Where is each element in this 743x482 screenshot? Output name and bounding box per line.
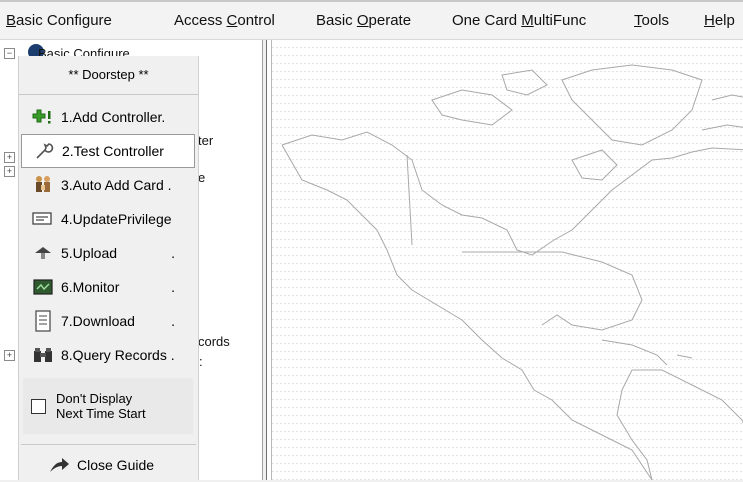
query-records-button[interactable]: 8.Query Records . <box>21 338 195 372</box>
map-panel <box>266 40 743 480</box>
dont-display-line-1: Don't Display <box>56 391 133 406</box>
tree-expander-2[interactable]: + <box>4 152 15 163</box>
tree-partial-text-4: : <box>199 354 203 369</box>
menu-access-control[interactable]: Access Control <box>174 10 275 32</box>
download-suffix: . <box>171 313 175 329</box>
download-icon <box>31 309 55 333</box>
wrench-icon <box>32 139 56 163</box>
dont-display-line-2: Next Time Start <box>56 406 146 421</box>
menu-bar: Basic Configure Access Control Basic Ope… <box>0 0 743 40</box>
update-privilege-button[interactable]: 4.UpdatePrivilege <box>21 202 195 236</box>
tree-expander-4[interactable]: + <box>4 350 15 361</box>
guide-title: ** Doorstep ** <box>19 56 198 95</box>
monitor-icon <box>31 275 55 299</box>
add-controller-button[interactable]: 1.Add Controller. <box>21 100 195 134</box>
monitor-label: 6.Monitor <box>61 279 120 295</box>
tree-partial-text-1: ter <box>198 133 214 148</box>
test-controller-label: 2.Test Controller <box>62 143 164 159</box>
tree-partial-text-3: cords <box>198 334 230 349</box>
query-records-label: 8.Query Records . <box>61 347 175 363</box>
doorstep-guide-panel: ** Doorstep ** 1.Add Controller. 2.Test … <box>18 56 199 480</box>
update-privilege-label: 4.UpdatePrivilege <box>61 211 172 227</box>
tree-expander-3[interactable]: + <box>4 166 15 177</box>
menu-one-card-multifunc[interactable]: One Card MultiFunc <box>452 10 586 32</box>
monitor-suffix: . <box>171 279 175 295</box>
menu-help[interactable]: Help <box>704 10 735 32</box>
auto-add-card-label: 3.Auto Add Card . <box>61 177 172 193</box>
close-guide-label: Close Guide <box>77 457 155 473</box>
binoculars-icon <box>31 343 55 367</box>
menu-basic-configure[interactable]: Basic Configure <box>6 10 112 32</box>
monitor-button[interactable]: 6.Monitor . <box>21 270 195 304</box>
world-map <box>272 40 743 480</box>
top-border <box>0 0 743 2</box>
upload-label: 5.Upload <box>61 245 118 261</box>
auto-add-card-button[interactable]: 3.Auto Add Card . <box>21 168 195 202</box>
dont-display-row[interactable]: Don't Display Next Time Start <box>23 378 193 434</box>
add-controller-label: 1.Add Controller. <box>61 109 166 125</box>
tree-expander-root[interactable]: − <box>4 48 15 59</box>
upload-icon <box>31 241 55 265</box>
upload-button[interactable]: 5.Upload . <box>21 236 195 270</box>
map-frame <box>271 40 743 480</box>
people-icon <box>31 173 55 197</box>
arrow-icon <box>47 453 71 477</box>
download-button[interactable]: 7.Download . <box>21 304 195 338</box>
menu-basic-operate[interactable]: Basic Operate <box>316 10 411 32</box>
add-controller-icon <box>31 105 55 129</box>
upload-suffix: . <box>171 245 175 261</box>
tree-partial-text-2: e <box>198 170 206 185</box>
download-label: 7.Download <box>61 313 135 329</box>
card-reader-icon <box>31 207 55 231</box>
test-controller-button[interactable]: 2.Test Controller <box>21 134 195 168</box>
guide-separator <box>21 444 196 445</box>
dont-display-label: Don't Display Next Time Start <box>56 391 146 421</box>
dont-display-checkbox[interactable] <box>31 398 46 414</box>
menu-tools[interactable]: Tools <box>634 10 669 32</box>
close-guide-button[interactable]: Close Guide <box>21 448 195 482</box>
